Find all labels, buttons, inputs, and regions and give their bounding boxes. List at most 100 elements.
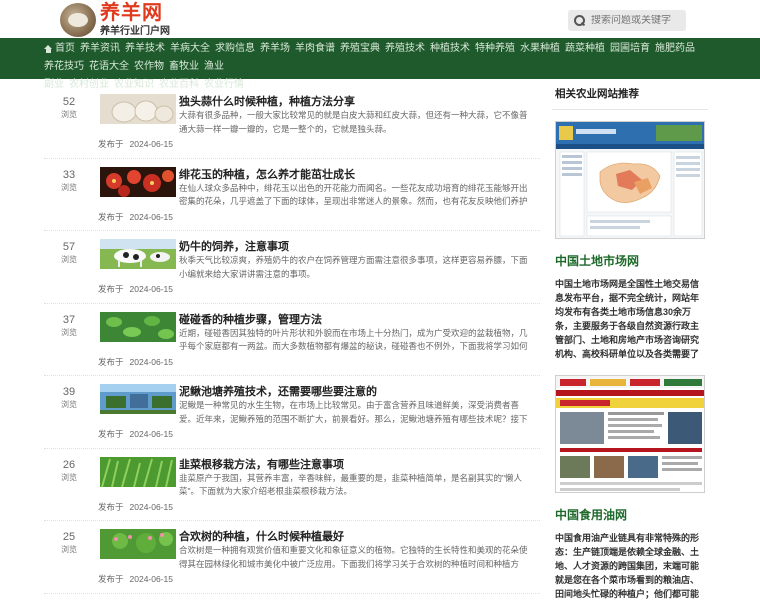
search-box[interactable] (568, 10, 686, 31)
view-count: 25 浏览 (54, 531, 84, 555)
article-title[interactable]: 奶牛的饲养，注意事项 (179, 238, 289, 254)
published-date: 2024-06-15 (129, 429, 173, 439)
nav-item-label: 畜牧业 (169, 61, 199, 72)
nav-item[interactable]: 种植技术 (430, 40, 470, 58)
published-label: 发布于 (98, 429, 124, 439)
view-count-label: 浏览 (61, 327, 77, 337)
nav-item-label: 求购信息 (215, 43, 255, 54)
site-title-land-market[interactable]: 中国土地市场网 (555, 252, 708, 269)
view-count-number: 26 (62, 458, 76, 471)
view-count-number: 57 (62, 241, 76, 253)
published-label: 发布于 (98, 211, 124, 222)
nav-item-label: 园圃培育 (610, 43, 650, 54)
article-summary: 近期，碰碰香因其独特的叶片形状和外貌而在市场上十分热门，成为广受欢迎的盆栽植物，… (179, 327, 528, 352)
divider (552, 109, 708, 110)
view-count: 37 浏览 (54, 314, 84, 338)
site-screenshot-edible-oil[interactable] (555, 375, 705, 493)
view-count-number: 33 (62, 168, 76, 181)
nav-item[interactable]: 求购信息 (215, 40, 255, 58)
search-icon[interactable] (574, 15, 585, 26)
site-logo[interactable]: 养羊网 养羊行业门户网 (60, 2, 172, 37)
nav-item[interactable]: 首页 (44, 40, 75, 58)
logo-title: 养羊网 (100, 1, 163, 24)
article-thumbnail[interactable] (100, 384, 176, 414)
published-date: 2024-06-15 (129, 211, 173, 222)
article-item: 57 浏览 奶牛的饲养，注意事项 秋季天气比较凉爽，养殖奶牛的农户在饲养管理方面需注意… (44, 231, 540, 304)
nav-item[interactable]: 花语大全 (89, 58, 129, 76)
article-meta: 发布于 2024-06-15 (98, 428, 173, 440)
nav-item-label: 养羊技术 (125, 43, 165, 54)
nav-item-label: 蔬菜种植 (565, 43, 605, 54)
nav-item-label: 渔业 (204, 61, 224, 72)
nav-item-label: 羊病大全 (170, 43, 210, 54)
view-count: 33 浏览 (54, 169, 84, 193)
nav-row-1: 首页 养羊资讯 养羊技术 羊病大全 求购信息 养羊场 羊肉食谱 养殖宝典 养殖技术 种植技术 特种养… (44, 40, 716, 76)
article-list: 52 浏览 独头蒜什么时候种植，种植方法分享 大蒜有很多品种，一般大家比较常见的就是白… (44, 86, 540, 594)
nav-item[interactable]: 水果种植 (520, 40, 560, 58)
nav-item-label: 花语大全 (89, 61, 129, 72)
article-thumbnail[interactable] (100, 94, 176, 124)
article-item: 26 浏览 韭菜根移栽方法，有哪些注意事项 韭菜原产于我国，其营养丰富，辛香味鲜，最重… (44, 449, 540, 521)
article-thumbnail[interactable] (100, 239, 176, 269)
nav-item[interactable]: 特种养殖 (475, 40, 515, 58)
nav-item[interactable]: 养花技巧 (44, 58, 84, 76)
view-count-number: 25 (62, 531, 76, 543)
published-date: 2024-06-15 (129, 356, 173, 367)
published-date: 2024-06-15 (129, 284, 173, 294)
nav-item-label: 农作物 (134, 61, 164, 72)
nav-item-label: 特种养殖 (475, 43, 515, 54)
nav-item[interactable]: 养羊技术 (125, 40, 165, 58)
article-meta: 发布于 2024-06-15 (98, 138, 173, 150)
article-meta: 发布于 2024-06-15 (98, 211, 173, 223)
site-header: 养羊网 养羊行业门户网 (0, 0, 760, 38)
site-desc-edible-oil: 中国食用油产业链具有非常特殊的形态：生产链顶端是依赖全球金融、土地、人才资源的跨… (555, 533, 700, 599)
article-item: 37 浏览 碰碰香的种植步骤，管理方法 近期，碰碰香因其独特的叶片形状和外貌而在市场上… (44, 304, 540, 376)
article-title[interactable]: 独头蒜什么时候种植，种植方法分享 (179, 93, 355, 109)
view-count-label: 浏览 (61, 255, 77, 264)
nav-item[interactable]: 养殖技术 (385, 40, 425, 58)
article-thumbnail[interactable] (100, 456, 176, 487)
nav-item[interactable]: 养羊场 (260, 40, 290, 58)
nav-item[interactable]: 羊病大全 (170, 40, 210, 58)
nav-item[interactable]: 园圃培育 (610, 40, 650, 58)
article-title[interactable]: 绯花玉的种植，怎么养才能茁壮成长 (179, 166, 355, 182)
nav-item-label: 水果种植 (520, 43, 560, 54)
home-icon (44, 45, 53, 53)
article-meta: 发布于 2024-06-15 (98, 573, 173, 585)
nav-item[interactable]: 渔业 (204, 58, 224, 76)
nav-item-label: 养花技巧 (44, 61, 84, 72)
nav-item-label: 养殖宝典 (340, 43, 380, 54)
site-title-edible-oil[interactable]: 中国食用油网 (555, 506, 708, 523)
article-meta: 发布于 2024-06-15 (98, 501, 173, 513)
view-count: 26 浏览 (54, 459, 84, 483)
view-count: 39 浏览 (54, 386, 84, 410)
nav-item[interactable]: 施肥药品 (655, 40, 695, 58)
sidebar-heading: 相关农业网站推荐 (555, 88, 639, 100)
site-screenshot-land-market[interactable] (555, 121, 705, 239)
article-title[interactable]: 韭菜根移栽方法，有哪些注意事项 (179, 456, 344, 472)
nav-item[interactable]: 养羊资讯 (80, 40, 120, 58)
article-title[interactable]: 泥鳅池塘养殖技术，还需要哪些要注意的 (179, 383, 377, 399)
sidebar: 相关农业网站推荐 中国土地市场网 中国土地市场网是全国性土地交易信息发布平台，据… (552, 86, 708, 600)
view-count-number: 37 (62, 313, 76, 326)
nav-item[interactable]: 蔬菜种植 (565, 40, 605, 58)
article-thumbnail[interactable] (100, 529, 176, 559)
logo-subtitle: 养羊行业门户网 (100, 25, 170, 37)
nav-item-label: 首页 (55, 43, 75, 54)
article-thumbnail[interactable] (100, 166, 176, 197)
nav-item[interactable]: 羊肉食谱 (295, 40, 335, 58)
article-item: 33 浏览 绯花玉的种植，怎么养才能茁壮成长 在仙人球众多品种中，绯花玉以出色的开花能… (44, 159, 540, 231)
nav-item[interactable]: 畜牧业 (169, 58, 199, 76)
search-input[interactable] (591, 15, 681, 26)
article-thumbnail[interactable] (100, 311, 176, 342)
nav-item[interactable]: 农作物 (134, 58, 164, 76)
article-title[interactable]: 碰碰香的种植步骤，管理方法 (179, 311, 322, 327)
view-count-label: 浏览 (61, 472, 77, 482)
article-title[interactable]: 合欢树的种植，什么时候种植最好 (179, 528, 344, 544)
article-meta: 发布于 2024-06-15 (98, 356, 173, 368)
view-count-label: 浏览 (61, 182, 77, 192)
nav-item[interactable]: 养殖宝典 (340, 40, 380, 58)
published-label: 发布于 (98, 284, 124, 294)
nav-item-label: 施肥药品 (655, 43, 695, 54)
article-summary: 韭菜原产于我国，其营养丰富，辛香味鲜，最重要的是，韭菜种植简单，是名副其实的"懒… (179, 472, 523, 497)
